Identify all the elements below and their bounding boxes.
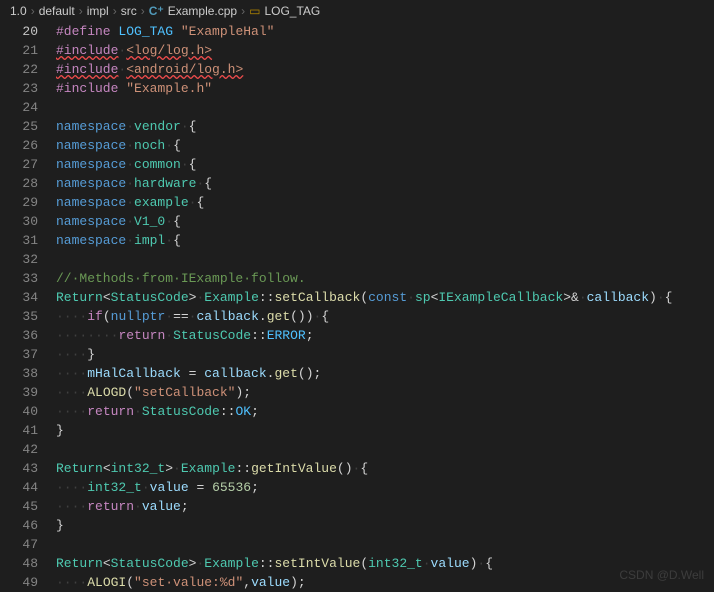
code-line[interactable]: Return<StatusCode>·Example::setIntValue(…: [56, 554, 714, 573]
code-line[interactable]: ····ALOGD("setCallback");: [56, 383, 714, 402]
line-number[interactable]: 23: [0, 79, 38, 98]
line-number[interactable]: 21: [0, 41, 38, 60]
code-line[interactable]: [56, 98, 714, 117]
breadcrumb-item[interactable]: src: [121, 4, 137, 18]
line-number[interactable]: 41: [0, 421, 38, 440]
cpp-file-icon: C⁺: [149, 4, 164, 18]
line-number[interactable]: 25: [0, 117, 38, 136]
code-line[interactable]: [56, 535, 714, 554]
line-number[interactable]: 31: [0, 231, 38, 250]
code-line[interactable]: [56, 250, 714, 269]
line-number[interactable]: 29: [0, 193, 38, 212]
code-line[interactable]: namespace·vendor·{: [56, 117, 714, 136]
code-editor[interactable]: 2021222324252627282930313233343536373839…: [0, 22, 714, 588]
code-line[interactable]: //·Methods·from·IExample·follow.: [56, 269, 714, 288]
symbol-constant-icon: ▭: [249, 4, 260, 18]
code-area[interactable]: #define LOG_TAG "ExampleHal"#include·<lo…: [56, 22, 714, 588]
chevron-right-icon: ›: [241, 4, 245, 18]
code-line[interactable]: namespace·noch·{: [56, 136, 714, 155]
line-number[interactable]: 38: [0, 364, 38, 383]
code-line[interactable]: namespace·impl·{: [56, 231, 714, 250]
code-line[interactable]: ····return·StatusCode::OK;: [56, 402, 714, 421]
line-number[interactable]: 34: [0, 288, 38, 307]
line-number[interactable]: 44: [0, 478, 38, 497]
code-line[interactable]: }: [56, 421, 714, 440]
code-line[interactable]: namespace·hardware·{: [56, 174, 714, 193]
breadcrumb-symbol[interactable]: LOG_TAG: [264, 4, 320, 18]
chevron-right-icon: ›: [79, 4, 83, 18]
code-line[interactable]: namespace·example·{: [56, 193, 714, 212]
line-number[interactable]: 28: [0, 174, 38, 193]
code-line[interactable]: ····mHalCallback = callback.get();: [56, 364, 714, 383]
line-number-gutter[interactable]: 2021222324252627282930313233343536373839…: [0, 22, 56, 588]
line-number[interactable]: 32: [0, 250, 38, 269]
code-line[interactable]: ········return·StatusCode::ERROR;: [56, 326, 714, 345]
line-number[interactable]: 37: [0, 345, 38, 364]
line-number[interactable]: 22: [0, 60, 38, 79]
code-line[interactable]: ····return·value;: [56, 497, 714, 516]
code-line[interactable]: namespace·common·{: [56, 155, 714, 174]
code-line[interactable]: #include·<android/log.h>: [56, 60, 714, 79]
breadcrumb[interactable]: 1.0 › default › impl › src › C⁺ Example.…: [0, 0, 714, 22]
line-number[interactable]: 24: [0, 98, 38, 117]
code-line[interactable]: Return<StatusCode>·Example::setCallback(…: [56, 288, 714, 307]
line-number[interactable]: 33: [0, 269, 38, 288]
code-line[interactable]: Return<int32_t>·Example::getIntValue()·{: [56, 459, 714, 478]
line-number[interactable]: 46: [0, 516, 38, 535]
code-line[interactable]: ····int32_t·value = 65536;: [56, 478, 714, 497]
chevron-right-icon: ›: [113, 4, 117, 18]
watermark: CSDN @D.Well: [619, 568, 704, 582]
line-number[interactable]: 36: [0, 326, 38, 345]
code-line[interactable]: [56, 440, 714, 459]
code-line[interactable]: #include "Example.h": [56, 79, 714, 98]
line-number[interactable]: 40: [0, 402, 38, 421]
code-line[interactable]: ····if(nullptr·==·callback.get())·{: [56, 307, 714, 326]
code-line[interactable]: ····}: [56, 345, 714, 364]
breadcrumb-item[interactable]: default: [39, 4, 75, 18]
line-number[interactable]: 42: [0, 440, 38, 459]
chevron-right-icon: ›: [31, 4, 35, 18]
line-number[interactable]: 27: [0, 155, 38, 174]
line-number[interactable]: 48: [0, 554, 38, 573]
code-line[interactable]: namespace·V1_0·{: [56, 212, 714, 231]
code-line[interactable]: ····ALOGI("set·value:%d",value);: [56, 573, 714, 592]
line-number[interactable]: 45: [0, 497, 38, 516]
code-line[interactable]: }: [56, 516, 714, 535]
breadcrumb-item[interactable]: impl: [87, 4, 109, 18]
line-number[interactable]: 30: [0, 212, 38, 231]
code-line[interactable]: #include·<log/log.h>: [56, 41, 714, 60]
line-number[interactable]: 49: [0, 573, 38, 592]
code-line[interactable]: #define LOG_TAG "ExampleHal": [56, 22, 714, 41]
line-number[interactable]: 20: [0, 22, 38, 41]
chevron-right-icon: ›: [141, 4, 145, 18]
line-number[interactable]: 43: [0, 459, 38, 478]
line-number[interactable]: 39: [0, 383, 38, 402]
line-number[interactable]: 26: [0, 136, 38, 155]
line-number[interactable]: 47: [0, 535, 38, 554]
breadcrumb-file[interactable]: Example.cpp: [168, 4, 237, 18]
line-number[interactable]: 35: [0, 307, 38, 326]
breadcrumb-item[interactable]: 1.0: [10, 4, 27, 18]
